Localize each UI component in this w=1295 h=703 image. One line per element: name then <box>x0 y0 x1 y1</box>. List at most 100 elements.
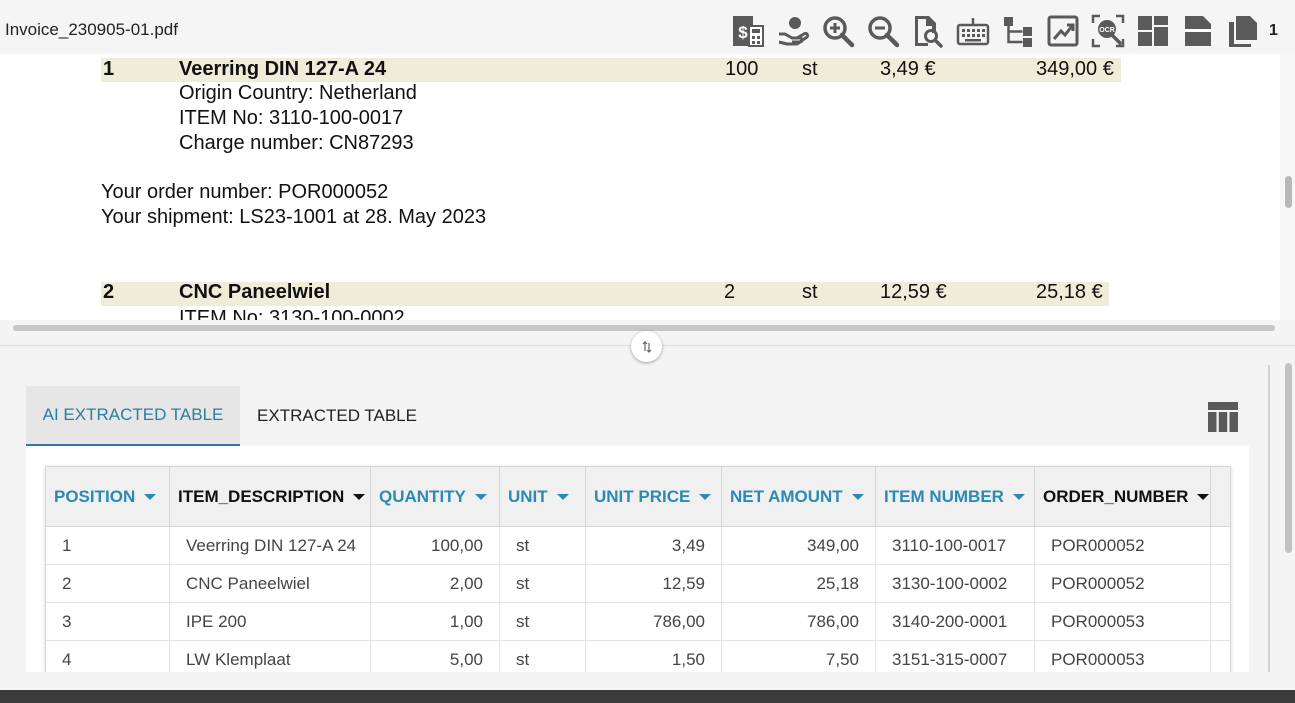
pdf-text-line: Your shipment: LS23-1001 at 28. May 2023 <box>101 206 487 228</box>
table-row[interactable]: 2 CNC Paneelwiel 2,00 st 12,59 25,18 3130-100-… <box>46 565 1230 603</box>
cell-item-number[interactable]: 3140-200-0001 <box>876 603 1035 641</box>
pdf-item-position: 2 <box>103 281 115 303</box>
pdf-text-line: ITEM No: 3130-100-0002 <box>179 307 405 320</box>
top-toolbar: Invoice_230905-01.pdf $ OCR 1 <box>0 0 1295 54</box>
cell-quantity[interactable]: 100,00 <box>371 527 500 565</box>
header-label: POSITION <box>54 487 136 506</box>
pdf-text-line: Origin Country: Netherland <box>179 82 417 104</box>
cell-item-description[interactable]: CNC Paneelwiel <box>170 565 371 603</box>
single-page-icon[interactable] <box>1180 14 1216 48</box>
tool-group: $ OCR <box>730 14 1270 48</box>
sort-caret-icon[interactable] <box>1197 494 1210 500</box>
table-header-row: POSITION ITEM_DESCRIPTION QUANTITY UNIT UNIT… <box>46 467 1230 527</box>
cell-net-amount[interactable]: 7,50 <box>722 641 876 672</box>
sort-caret-icon[interactable] <box>851 494 864 500</box>
header-item-description[interactable]: ITEM_DESCRIPTION <box>170 467 371 527</box>
cell-order-number[interactable]: POR000053 <box>1035 603 1211 641</box>
cell-net-amount[interactable]: 25,18 <box>722 565 876 603</box>
cell-order-number[interactable]: POR000052 <box>1035 565 1211 603</box>
cell-item-description[interactable]: LW Klemplaat <box>170 641 371 672</box>
pdf-item-price: 3,49 € <box>880 58 936 80</box>
cell-unit-price[interactable]: 12,59 <box>586 565 722 603</box>
pdf-item-quantity: 2 <box>724 281 736 303</box>
layout-grid-icon[interactable] <box>1135 14 1171 48</box>
cell-unit-price[interactable]: 1,50 <box>586 641 722 672</box>
zoom-out-icon[interactable] <box>865 14 901 48</box>
header-order-number[interactable]: ORDER_NUMBER <box>1035 467 1211 527</box>
cell-position[interactable]: 3 <box>46 603 170 641</box>
header-label: UNIT PRICE <box>594 487 691 506</box>
sort-caret-icon[interactable] <box>474 494 487 500</box>
cell-unit[interactable]: st <box>500 603 586 641</box>
cell-quantity[interactable]: 5,00 <box>371 641 500 672</box>
header-net-amount[interactable]: NET AMOUNT <box>722 467 876 527</box>
sort-caret-icon[interactable] <box>144 494 157 500</box>
header-label: ITEM NUMBER <box>884 487 1004 506</box>
document-search-icon[interactable] <box>910 14 946 48</box>
resize-arrows-icon <box>642 340 651 353</box>
chart-trend-icon[interactable] <box>1045 14 1081 48</box>
sort-caret-icon[interactable] <box>353 494 366 500</box>
file-name: Invoice_230905-01.pdf <box>5 20 178 39</box>
table-view-icon[interactable] <box>1206 400 1240 434</box>
cell-order-number[interactable]: POR000053 <box>1035 641 1211 672</box>
header-label: QUANTITY <box>379 487 466 506</box>
zoom-in-icon[interactable] <box>820 14 856 48</box>
svg-text:OCR: OCR <box>1099 27 1115 34</box>
sort-caret-icon[interactable] <box>699 494 712 500</box>
panel-vertical-scrollbar[interactable] <box>1285 363 1292 553</box>
cell-item-number[interactable]: 3110-100-0017 <box>876 527 1035 565</box>
table-row[interactable]: 4 LW Klemplaat 5,00 st 1,50 7,50 3151-315-0007… <box>46 641 1230 672</box>
resize-handle[interactable] <box>631 331 662 362</box>
pdf-vertical-scrollbar[interactable] <box>1285 176 1292 208</box>
header-label: NET AMOUNT <box>730 487 843 506</box>
invoice-calculator-icon[interactable]: $ <box>730 14 766 48</box>
cell-unit[interactable]: st <box>500 527 586 565</box>
table-row[interactable]: 1 Veerring DIN 127-A 24 100,00 st 3,49 349,00… <box>46 527 1230 565</box>
cell-position[interactable]: 4 <box>46 641 170 672</box>
header-item-number[interactable]: ITEM NUMBER <box>876 467 1035 527</box>
multi-page-icon[interactable] <box>1225 14 1261 48</box>
cell-position[interactable]: 2 <box>46 565 170 603</box>
cell-item-number[interactable]: 3151-315-0007 <box>876 641 1035 672</box>
cell-item-number[interactable]: 3130-100-0002 <box>876 565 1035 603</box>
header-label: UNIT <box>508 487 548 506</box>
hierarchy-icon[interactable] <box>1000 14 1036 48</box>
cell-net-amount[interactable]: 349,00 <box>722 527 876 565</box>
tab-extracted-table[interactable]: EXTRACTED TABLE <box>240 386 434 446</box>
svg-text:$: $ <box>738 23 748 42</box>
cell-order-number[interactable]: POR000052 <box>1035 527 1211 565</box>
ocr-icon[interactable]: OCR <box>1090 14 1126 48</box>
tab-ai-extracted-table[interactable]: AI EXTRACTED TABLE <box>26 386 240 446</box>
cell-net-amount[interactable]: 786,00 <box>722 603 876 641</box>
header-label: ITEM_DESCRIPTION <box>178 487 345 506</box>
cell-quantity[interactable]: 2,00 <box>371 565 500 603</box>
keyboard-icon[interactable] <box>955 14 991 48</box>
pdf-text-line: Your order number: POR000052 <box>101 181 389 203</box>
cell-position[interactable]: 1 <box>46 527 170 565</box>
header-label: ORDER_NUMBER <box>1043 487 1189 506</box>
pdf-item-position: 1 <box>103 58 115 80</box>
page-count: 1 <box>1269 22 1278 39</box>
cell-unit-price[interactable]: 786,00 <box>586 603 722 641</box>
pdf-item-unit: st <box>802 281 818 303</box>
pdf-item-price: 12,59 € <box>880 281 947 303</box>
window-bottom-bar <box>0 690 1295 703</box>
cell-unit[interactable]: st <box>500 641 586 672</box>
cell-quantity[interactable]: 1,00 <box>371 603 500 641</box>
header-unit-price[interactable]: UNIT PRICE <box>586 467 722 527</box>
table-row[interactable]: 3 IPE 200 1,00 st 786,00 786,00 3140-200-0001 P… <box>46 603 1230 641</box>
cell-item-description[interactable]: IPE 200 <box>170 603 371 641</box>
header-position[interactable]: POSITION <box>46 467 170 527</box>
cell-unit-price[interactable]: 3,49 <box>586 527 722 565</box>
sort-caret-icon[interactable] <box>1012 494 1025 500</box>
pdf-item-amount: 349,00 € <box>1036 58 1114 80</box>
header-unit[interactable]: UNIT <box>500 467 586 527</box>
header-quantity[interactable]: QUANTITY <box>371 467 500 527</box>
sort-caret-icon[interactable] <box>556 494 569 500</box>
cell-item-description[interactable]: Veerring DIN 127-A 24 <box>170 527 371 565</box>
cell-unit[interactable]: st <box>500 565 586 603</box>
pdf-item-description: CNC Paneelwiel <box>179 281 331 303</box>
pdf-viewer[interactable]: 1 Veerring DIN 127-A 24 100 st 3,49 € 34… <box>0 54 1280 320</box>
hand-coin-icon[interactable] <box>775 14 811 48</box>
